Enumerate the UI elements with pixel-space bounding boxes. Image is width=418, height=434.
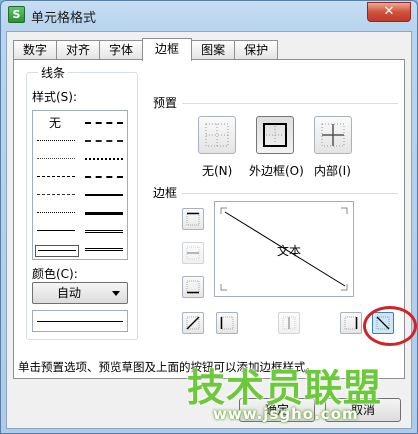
border-inside-horizontal-button[interactable]: [182, 242, 204, 264]
line-style-option[interactable]: [35, 149, 77, 167]
preset-inside-label: 内部(I): [314, 164, 351, 178]
tab-number[interactable]: 数字: [13, 40, 58, 60]
preset-inside-icon: [321, 123, 345, 147]
preview-text: 文本: [277, 244, 302, 258]
line-style-option[interactable]: [83, 113, 125, 131]
border-left-icon: [220, 316, 234, 330]
border-left-button[interactable]: [216, 312, 238, 334]
border-diagonal-up-button[interactable]: [182, 312, 204, 334]
border-diagonal-up-icon: [186, 316, 200, 330]
line-sample: [37, 176, 75, 177]
line-style-option[interactable]: [83, 221, 125, 239]
border-top-icon: [186, 212, 200, 226]
line-sample: [38, 250, 76, 251]
preset-none-label: 无(N): [202, 164, 233, 178]
cancel-button[interactable]: 取消: [325, 398, 401, 422]
preset-outline-label: 外边框(O): [249, 164, 304, 178]
line-style-option[interactable]: [35, 167, 77, 185]
preset-outline-icon: [263, 123, 287, 147]
tab-strip: 数字 对齐 字体 边框 图案 保护: [13, 38, 279, 61]
line-sample: [85, 194, 123, 196]
line-sample: [85, 176, 123, 178]
line-sample: [37, 212, 75, 213]
tab-alignment[interactable]: 对齐: [56, 40, 101, 60]
line-sample: [85, 122, 123, 124]
line-style-label: 样式(S):: [32, 90, 78, 104]
border-right-icon: [344, 316, 358, 330]
line-sample: [85, 230, 123, 233]
line-sample: [37, 194, 75, 195]
tab-pattern[interactable]: 图案: [191, 40, 236, 60]
border-bottom-icon: [186, 280, 200, 294]
tab-font[interactable]: 字体: [99, 40, 144, 60]
color-dropdown[interactable]: 自动: [32, 282, 128, 304]
preset-none-icon: [205, 123, 229, 147]
tab-border[interactable]: 边框: [142, 38, 193, 61]
line-sample: [85, 140, 123, 142]
dialog-window: S 单元格格式 ✕ 数字 对齐 字体 边框 图案 保护 线条 样式(S): 无: [0, 0, 418, 434]
dialog-title: 单元格格式: [31, 11, 97, 26]
line-style-option[interactable]: [83, 203, 125, 221]
line-style-option[interactable]: [35, 185, 77, 203]
wps-app-icon: S: [8, 6, 25, 23]
ok-button[interactable]: 确定: [239, 398, 315, 422]
color-label: 颜色(C):: [32, 267, 78, 281]
line-style-none-label: 无: [49, 116, 62, 130]
highlight-ring: [363, 306, 417, 346]
border-inside-vertical-icon: [282, 316, 296, 330]
line-style-option[interactable]: [35, 221, 77, 239]
preset-none-button[interactable]: [198, 116, 236, 154]
line-style-option[interactable]: [83, 239, 125, 257]
line-style-selected[interactable]: [35, 245, 79, 257]
color-preview: [32, 310, 128, 332]
border-tab-panel: 线条 样式(S): 无 颜色(C): 自动 预置 无(N) 外边框(O) 内部(…: [13, 59, 405, 379]
line-style-option[interactable]: [35, 131, 77, 149]
close-button[interactable]: ✕: [367, 2, 411, 22]
chevron-down-icon: [112, 291, 120, 296]
preset-inside-button[interactable]: [314, 116, 352, 154]
line-sample: [85, 212, 123, 215]
border-top-button[interactable]: [182, 208, 204, 230]
line-sample: [37, 158, 75, 159]
color-dropdown-value: 自动: [57, 286, 82, 300]
line-style-option[interactable]: [83, 185, 125, 203]
line-style-option[interactable]: [83, 131, 125, 149]
border-bottom-button[interactable]: [182, 276, 204, 298]
line-style-option[interactable]: [35, 203, 77, 221]
border-right-button[interactable]: [340, 312, 362, 334]
line-style-option[interactable]: [83, 167, 125, 185]
line-sample: [85, 158, 123, 160]
preset-outline-button[interactable]: [256, 116, 294, 154]
border-separator: [182, 193, 398, 194]
tab-protection[interactable]: 保护: [234, 40, 279, 60]
line-style-list: 无: [32, 110, 128, 260]
line-sample: [37, 140, 75, 141]
line-style-option[interactable]: [83, 149, 125, 167]
line-sample: [37, 230, 75, 231]
hint-text: 单击预置选项、预览草图及上面的按钮可以添加边框样式。: [18, 360, 317, 374]
line-sample: [85, 248, 123, 251]
border-inside-horizontal-icon: [186, 246, 200, 260]
border-preview[interactable]: 文本: [214, 201, 354, 297]
border-group-label: 边框: [150, 184, 181, 201]
presets-separator: [182, 103, 398, 104]
title-bar[interactable]: S 单元格格式 ✕: [1, 1, 417, 29]
dialog-client: 数字 对齐 字体 边框 图案 保护 线条 样式(S): 无 颜色(C): 自动 …: [6, 31, 417, 429]
presets-group-label: 预置: [150, 94, 181, 111]
line-group-label: 线条: [38, 64, 69, 81]
line-style-none[interactable]: 无: [35, 113, 77, 131]
border-inside-vertical-button[interactable]: [278, 312, 300, 334]
